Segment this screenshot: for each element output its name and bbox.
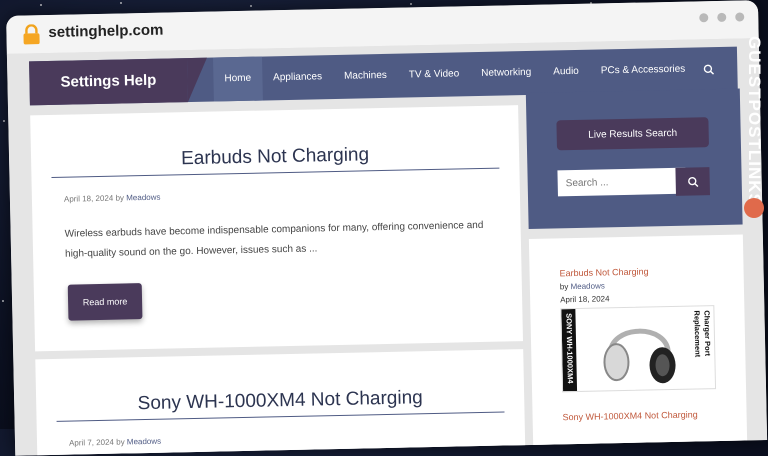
star [2,300,4,302]
nav-item-tv-video[interactable]: TV & Video [397,52,470,98]
post-excerpt: Wireless earbuds have become indispensab… [64,219,484,260]
nav-item-home[interactable]: Home [213,56,263,102]
star [3,120,5,122]
star [250,5,252,7]
lock-icon [23,24,40,45]
post-date[interactable]: April 7, 2024 [69,438,114,448]
thumbnail-title-text: Replacement [692,310,703,358]
watermark-brand-text: GUESTPOSTLINKS [745,36,764,206]
recent-post-meta: by Meadows [560,281,605,291]
search-submit-button[interactable] [675,167,710,196]
link-chain-icon [744,198,764,218]
site-logo[interactable]: Settings Help [29,58,188,106]
star [410,3,412,5]
post-thumbnail[interactable]: SONY WH-1000XM4 Charger Port Replacement [560,305,717,393]
browser-window: settinghelp.com Settings Help Home Appli… [6,0,768,456]
search-input[interactable] [557,167,686,197]
post-author[interactable]: Meadows [127,437,161,447]
window-dot-icon[interactable] [717,12,727,22]
headphones-icon [603,328,676,384]
web-page: Settings Help Home Appliances Machines T… [6,38,768,456]
live-results-search-button[interactable]: Live Results Search [556,117,709,151]
post-by: by [116,437,125,447]
star [120,2,122,4]
recent-post-link[interactable]: Earbuds Not Charging [559,263,719,280]
search-icon [687,176,698,187]
recent-post-date: April 18, 2024 [560,294,610,305]
recent-post-author[interactable]: Meadows [570,281,604,291]
recent-post-by: by [559,282,569,292]
nav-item-appliances[interactable]: Appliances [262,55,334,100]
post-meta: April 18, 2024 by Meadows [64,193,161,204]
post-author[interactable]: Meadows [126,193,160,203]
thumbnail-title-text: Charger Port [702,310,713,357]
recent-post-link[interactable]: Sony WH-1000XM4 Not Charging [562,407,722,424]
post-meta: April 7, 2024 by Meadows [69,437,161,448]
read-more-button[interactable]: Read more [67,283,143,321]
nav-search-icon[interactable] [696,47,723,92]
thumbnail-model-text: SONY WH-1000XM4 [564,313,575,384]
post-card: Earbuds Not Charging April 18, 2024 by M… [30,105,524,352]
post-date[interactable]: April 18, 2024 [64,194,114,204]
window-controls [699,12,745,23]
recent-posts-widget: Earbuds Not Charging by Meadows April 18… [528,234,748,456]
star [40,4,42,6]
post-card: Sony WH-1000XM4 Not Charging April 7, 20… [35,349,526,456]
address-bar-url[interactable]: settinghelp.com [48,22,163,41]
window-dot-icon[interactable] [735,12,745,22]
window-dot-icon[interactable] [699,13,709,23]
nav-item-machines[interactable]: Machines [333,54,399,99]
search-widget: Live Results Search [525,88,743,229]
nav-item-audio[interactable]: Audio [542,50,590,95]
nav-item-pcs-accessories[interactable]: PCs & Accessories [589,47,696,93]
nav-item-networking[interactable]: Networking [470,51,543,96]
post-by: by [115,193,125,203]
